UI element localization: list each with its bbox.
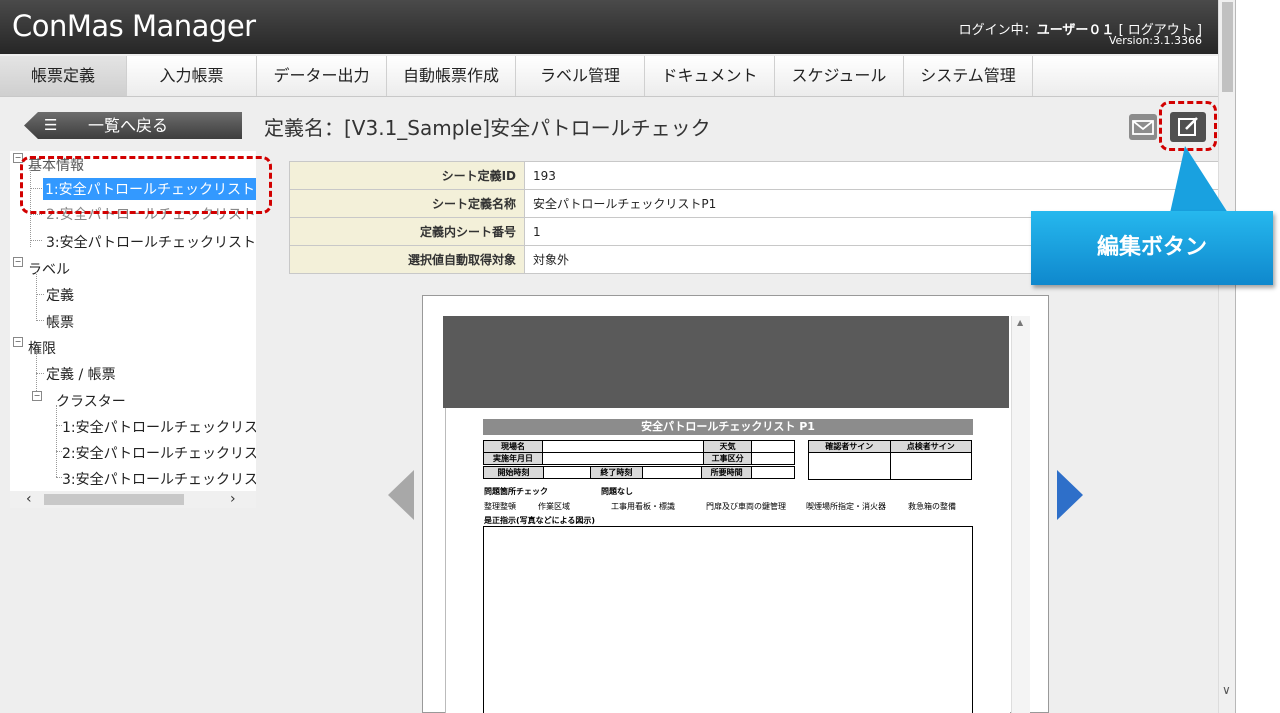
scroll-right-icon[interactable]: ›	[230, 491, 236, 507]
tree-node-permission[interactable]: 権限	[28, 338, 56, 358]
info-key: 定義内シート番号	[289, 217, 525, 246]
scroll-up-icon[interactable]: ▲	[1017, 318, 1023, 327]
tree-highlight-annotation	[20, 156, 272, 214]
tree-scroll-thumb[interactable]	[44, 494, 184, 505]
back-to-list-button[interactable]: ☰ 一覧へ戻る	[24, 112, 242, 139]
tree-node-label-form[interactable]: 帳票	[46, 312, 74, 332]
sheet-site-label: 現場名	[482, 440, 544, 453]
preview-header-area	[443, 316, 1009, 408]
app-header: ConMas Manager ログイン中：ユーザー０１ [ ログアウト ] Ve…	[0, 0, 1218, 54]
sheet-header-table: 現場名 天気 実施年月日 工事区分	[482, 440, 795, 465]
list-icon: ☰	[44, 116, 58, 134]
menu-input-forms[interactable]: 入力帳票	[127, 56, 257, 96]
info-value: 193	[524, 161, 1219, 190]
sheet-title: 安全パトロールチェックリスト P1	[483, 419, 973, 435]
scroll-down-icon[interactable]: ∨	[1222, 683, 1231, 697]
menu-system-management[interactable]: システム管理	[904, 56, 1033, 96]
info-key: シート定義ID	[289, 161, 525, 190]
menu-auto-form-creation[interactable]: 自動帳票作成	[387, 56, 516, 96]
sheet-date-label: 実施年月日	[482, 452, 544, 465]
scroll-left-icon[interactable]: ‹	[26, 491, 32, 507]
sheet-item-5: 喫煙場所指定・消火器	[806, 502, 886, 511]
sheet-correction-box	[483, 526, 973, 713]
sheet-start-label: 開始時刻	[483, 466, 544, 479]
next-sheet-arrow-icon[interactable]	[1057, 470, 1083, 520]
menu-data-export[interactable]: データー出力	[257, 56, 387, 96]
main-menu: 帳票定義 入力帳票 データー出力 自動帳票作成 ラベル管理 ドキュメント スケジ…	[0, 56, 1218, 97]
edit-button-highlight-annotation	[1159, 101, 1217, 151]
sheet-item-1: 整理整頓	[484, 502, 516, 511]
tree-node-sheet-3[interactable]: 3:安全パトロールチェックリストP3	[46, 232, 256, 252]
user-name: ユーザー０１	[1036, 23, 1115, 38]
sheet-section-label: 工事区分	[702, 452, 753, 465]
back-button-label: 一覧へ戻る	[88, 116, 169, 135]
tree-node-cluster-1[interactable]: 1:安全パトロールチェックリスト	[62, 417, 256, 437]
sheet-preview: ▲ 安全パトロールチェックリスト P1 現場名 天気 実施年月日 工事区分 開始時刻…	[422, 295, 1049, 713]
info-key: シート定義名称	[289, 189, 525, 218]
tree-node-label[interactable]: ラベル	[28, 259, 70, 279]
menu-form-definition[interactable]: 帳票定義	[0, 56, 127, 96]
version-label: Version:3.1.3366	[1108, 34, 1202, 47]
info-key: 選択値自動取得対象	[289, 245, 525, 274]
sheet-no-problem: 問題なし	[601, 487, 633, 496]
sheet-sign-table: 確認者サイン 点検者サイン	[808, 440, 972, 480]
preview-scrollbar[interactable]: ▲	[1011, 316, 1030, 713]
mail-icon[interactable]	[1129, 114, 1157, 140]
sheet-item-2: 作業区域	[538, 502, 570, 511]
sheet-problem-check: 問題箇所チェック	[484, 487, 548, 496]
tree-node-cluster-2[interactable]: 2:安全パトロールチェックリスト	[62, 443, 256, 463]
tree-horizontal-scrollbar[interactable]: ‹ ›	[10, 491, 256, 508]
sheet-correction-label: 是正指示(写真などによる図示)	[484, 516, 596, 525]
sheet-item-6: 救急箱の整備	[908, 502, 956, 511]
menu-schedule[interactable]: スケジュール	[775, 56, 904, 96]
collapse-permission-toggle[interactable]: −	[13, 337, 23, 347]
app-title: ConMas Manager	[12, 9, 256, 43]
app-window: ConMas Manager ログイン中：ユーザー０１ [ ログアウト ] Ve…	[0, 0, 1236, 713]
sheet-time-table: 開始時刻 終了時刻 所要時間	[483, 466, 796, 479]
login-label: ログイン中：	[958, 23, 1037, 38]
sheet-weather-label: 天気	[702, 440, 753, 453]
tree-node-cluster[interactable]: クラスター	[56, 391, 126, 411]
menu-documents[interactable]: ドキュメント	[645, 56, 775, 96]
sheet-end-label: 終了時刻	[590, 466, 643, 479]
sheet-confirmer-label: 確認者サイン	[808, 440, 891, 453]
page-scroll-thumb[interactable]	[1222, 2, 1233, 92]
sheet-inspector-label: 点検者サイン	[889, 440, 972, 453]
collapse-label-toggle[interactable]: −	[13, 257, 23, 267]
collapse-cluster-toggle[interactable]: −	[32, 391, 42, 401]
tree-node-cluster-3[interactable]: 3:安全パトロールチェックリスト	[62, 469, 256, 489]
sheet-item-3: 工事用看板・標識	[611, 502, 675, 511]
tree-node-definition-form[interactable]: 定義 / 帳票	[46, 364, 116, 384]
preview-sheet-page: 安全パトロールチェックリスト P1 現場名 天気 実施年月日 工事区分 開始時刻 終了…	[445, 408, 1010, 713]
tree-node-label-definition[interactable]: 定義	[46, 285, 74, 305]
page-vertical-scrollbar[interactable]: ∨	[1218, 0, 1235, 713]
sheet-duration-label: 所要時間	[701, 466, 752, 479]
definition-title: 定義名：[V3.1_Sample]安全パトロールチェック	[264, 116, 711, 140]
edit-button-callout: 編集ボタン	[1031, 211, 1273, 285]
previous-sheet-arrow-icon[interactable]	[388, 470, 414, 520]
table-row: シート定義ID 193	[289, 161, 1219, 190]
sheet-item-4: 門扉及び車両の鍵管理	[706, 502, 786, 511]
menu-label-management[interactable]: ラベル管理	[516, 56, 645, 96]
